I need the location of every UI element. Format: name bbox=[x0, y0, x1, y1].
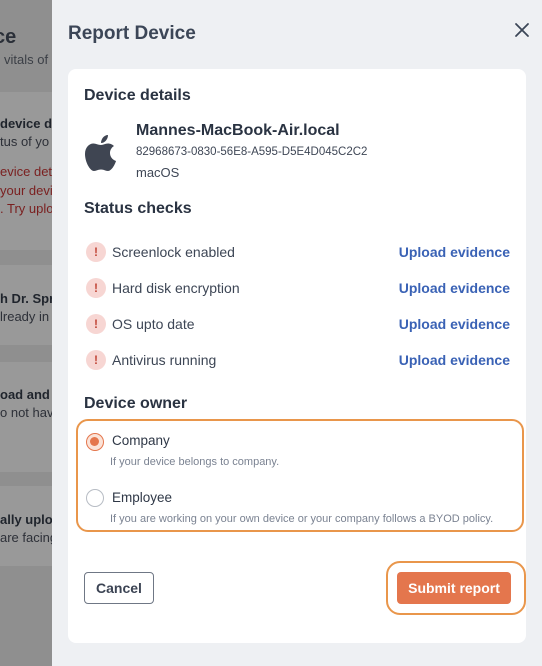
company-option-help: If your device belongs to company. bbox=[110, 456, 280, 468]
background-card-title: h Dr. Spr bbox=[0, 291, 55, 306]
background-card-text: lready in bbox=[0, 309, 50, 324]
background-card-error: . Try uplo bbox=[0, 201, 54, 216]
status-check-label: Screenlock enabled bbox=[112, 244, 235, 260]
status-check-row: ! Antivirus running Upload evidence bbox=[86, 349, 510, 371]
background-page: ce vitals of device de tus of yo evice d… bbox=[0, 0, 60, 666]
background-card-error: your devi bbox=[0, 183, 53, 198]
background-card-text: are facing bbox=[0, 530, 58, 545]
warning-icon: ! bbox=[86, 242, 106, 262]
status-check-row: ! Hard disk encryption Upload evidence bbox=[86, 277, 510, 299]
submit-report-button[interactable]: Submit report bbox=[397, 572, 511, 604]
company-radio[interactable] bbox=[86, 433, 104, 451]
background-card-text: tus of yo bbox=[0, 134, 50, 149]
upload-evidence-link[interactable]: Upload evidence bbox=[399, 280, 510, 296]
employee-option-label[interactable]: Employee bbox=[112, 490, 172, 505]
employee-radio[interactable] bbox=[86, 489, 104, 507]
drawer-title: Report Device bbox=[68, 23, 196, 44]
cancel-button[interactable]: Cancel bbox=[84, 572, 154, 604]
device-name: Mannes-MacBook-Air.local bbox=[136, 122, 340, 139]
warning-icon: ! bbox=[86, 350, 106, 370]
report-device-drawer: Report Device Device details Mannes-MacB… bbox=[52, 0, 542, 666]
background-card: oad and o not hav bbox=[0, 362, 60, 472]
background-title: ce bbox=[0, 26, 17, 48]
apple-logo-icon bbox=[84, 133, 120, 173]
background-card-error: evice det bbox=[0, 164, 53, 179]
warning-icon: ! bbox=[86, 278, 106, 298]
status-check-label: OS upto date bbox=[112, 316, 195, 332]
background-card-title: ally uploa bbox=[0, 512, 60, 527]
background-card: h Dr. Spr lready in bbox=[0, 265, 60, 345]
background-card: ally uploa are facing bbox=[0, 486, 60, 566]
background-card-title: device de bbox=[0, 116, 60, 131]
device-os: macOS bbox=[136, 165, 180, 180]
device-owner-options: Company If your device belongs to compan… bbox=[76, 419, 524, 532]
upload-evidence-link[interactable]: Upload evidence bbox=[399, 352, 510, 368]
background-card-text: o not hav bbox=[0, 405, 54, 420]
background-card: device de tus of yo evice det your devi … bbox=[0, 92, 60, 250]
status-check-row: ! OS upto date Upload evidence bbox=[86, 313, 510, 335]
device-id: 82968673-0830-56E8-A595-D5E4D045C2C2 bbox=[136, 146, 368, 158]
status-checks-heading: Status checks bbox=[84, 200, 192, 217]
device-owner-heading: Device owner bbox=[84, 395, 188, 412]
report-card: Device details Mannes-MacBook-Air.local … bbox=[68, 69, 526, 643]
company-option-label[interactable]: Company bbox=[112, 433, 170, 448]
background-subtitle: vitals of bbox=[4, 52, 49, 67]
upload-evidence-link[interactable]: Upload evidence bbox=[399, 244, 510, 260]
status-check-label: Hard disk encryption bbox=[112, 280, 240, 296]
status-check-label: Antivirus running bbox=[112, 352, 217, 368]
background-card-title: oad and bbox=[0, 387, 50, 402]
upload-evidence-link[interactable]: Upload evidence bbox=[399, 316, 510, 332]
device-details-heading: Device details bbox=[84, 87, 191, 104]
warning-icon: ! bbox=[86, 314, 106, 334]
close-icon[interactable] bbox=[512, 20, 532, 40]
status-check-row: ! Screenlock enabled Upload evidence bbox=[86, 241, 510, 263]
employee-option-help: If you are working on your own device or… bbox=[110, 513, 494, 525]
